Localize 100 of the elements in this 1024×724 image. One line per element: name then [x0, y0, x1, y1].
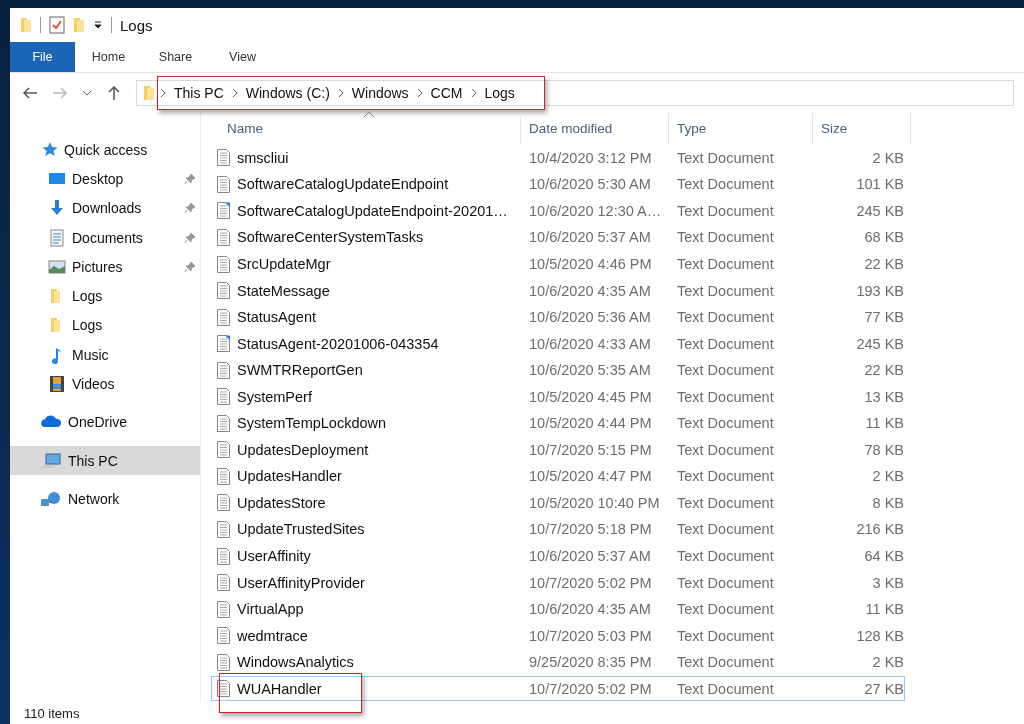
file-row[interactable]: WUAHandler 10/7/2020 5:02 PM Text Document 27 KB [211, 676, 905, 702]
breadcrumb[interactable]: Windows (C:) [242, 85, 333, 101]
file-row[interactable]: StateMessage 10/6/2020 4:35 AM Text Document 193 KB [211, 278, 905, 303]
up-arrow-icon[interactable] [106, 85, 122, 101]
sidebar-item[interactable]: OneDrive [10, 407, 200, 437]
date-cell-text: 10/7/2020 5:02 PM [528, 574, 653, 591]
sidebar-item[interactable]: This PC [10, 445, 200, 476]
file-row[interactable]: SrcUpdateMgr 10/5/2020 4:46 PM Text Document 22 KB [211, 251, 905, 277]
date-cell-text: 10/5/2020 4:44 PM [528, 415, 653, 432]
text-file-icon [216, 282, 231, 300]
folder-icon [20, 17, 32, 33]
size-cell-text: 8 KB [871, 494, 904, 511]
chevron-right-icon [230, 88, 239, 98]
type-cell-text: Text Document [676, 335, 775, 352]
type-cell-text: Text Document [676, 548, 775, 564]
file-name: WindowsAnalytics [237, 654, 354, 671]
size-cell-text: 3 KB [871, 574, 904, 591]
breadcrumb[interactable]: CCM [427, 85, 466, 101]
folder-icon[interactable] [73, 17, 85, 33]
size-cell-text: 11 KB [864, 601, 904, 618]
size-cell-text: 11 KB [864, 415, 904, 432]
file-name: UpdatesHandler [237, 468, 342, 485]
pin-icon[interactable] [184, 260, 196, 273]
size-cell-text: 193 KB [855, 282, 904, 299]
forward-arrow-icon[interactable] [52, 85, 68, 101]
file-row[interactable]: UpdatesStore 10/5/2020 10:40 PM Text Document 8 KB [211, 490, 905, 516]
file-row[interactable]: WindowsAnalytics 9/25/2020 8:35 PM Text Document 2 KB [211, 649, 905, 675]
file-row[interactable]: SystemTempLockdown 10/5/2020 4:44 PM Text Document 11 KB [211, 411, 905, 436]
column-header[interactable]: Date modified [521, 113, 669, 145]
size-cell-text: 68 KB [863, 229, 904, 246]
text-file-icon [216, 414, 231, 432]
breadcrumb[interactable]: This PC [171, 85, 227, 101]
sidebar-item[interactable]: Network [10, 484, 200, 514]
date-cell-text: 10/5/2020 10:40 PM [528, 494, 661, 511]
sidebar-item[interactable]: Downloads [10, 193, 200, 223]
ribbon-tab[interactable]: File [10, 42, 75, 72]
file-row[interactable]: SoftwareCatalogUpdateEndpoint 10/6/2020 5:30 AM Text Document 101 KB [211, 172, 905, 197]
text-file-icon [216, 653, 231, 671]
date-cell-text: 10/6/2020 5:35 AM [528, 362, 652, 379]
sidebar-item[interactable]: Logs [10, 281, 200, 311]
file-row[interactable]: VirtualApp 10/6/2020 4:35 AM Text Document 11 KB [211, 596, 905, 622]
chevron-right-icon [159, 88, 167, 98]
file-row[interactable]: SoftwareCatalogUpdateEndpoint-20201… 10/6/2020 12:30 A… Text Document 245 KB [211, 198, 905, 224]
pin-icon[interactable] [184, 231, 196, 244]
file-name: smscliui [237, 149, 289, 166]
file-row[interactable]: UpdatesDeployment 10/7/2020 5:15 PM Text Document 78 KB [211, 437, 905, 463]
sidebar-item[interactable]: Pictures [10, 252, 200, 282]
type-cell-text: Text Document [676, 680, 775, 697]
file-row[interactable]: SystemPerf 10/5/2020 4:45 PM Text Document 13 KB [211, 384, 905, 409]
date-cell-text: 10/7/2020 5:02 PM [528, 680, 653, 697]
text-file-icon [216, 494, 231, 512]
file-row[interactable]: UserAffinity 10/6/2020 5:37 AM Text Document 64 KB [211, 543, 905, 569]
type-cell-text: Text Document [676, 441, 775, 458]
date-cell-text: 10/6/2020 4:35 AM [528, 601, 652, 618]
date-cell-text: 10/5/2020 4:46 PM [528, 256, 653, 272]
size-cell-text: 22 KB [863, 362, 904, 379]
text-file-icon [216, 600, 231, 618]
file-row[interactable]: UpdateTrustedSites 10/7/2020 5:18 PM Text Document 216 KB [211, 517, 905, 542]
file-row[interactable]: SoftwareCenterSystemTasks 10/6/2020 5:37 AM Text Document 68 KB [211, 225, 905, 250]
sidebar-item[interactable]: Quick access [10, 135, 200, 165]
column-header[interactable]: Size [813, 113, 911, 145]
back-arrow-icon[interactable] [22, 85, 38, 101]
file-row[interactable]: StatusAgent-20201006-043354 10/6/2020 4:33 AM Text Document 245 KB [211, 331, 905, 356]
size-cell-text: 78 KB [863, 441, 904, 458]
dropdown-icon[interactable] [93, 20, 103, 30]
size-cell-text: 245 KB [855, 335, 904, 352]
network-icon [40, 489, 62, 508]
breadcrumb[interactable]: Logs [481, 85, 518, 101]
sidebar-item[interactable]: Videos [10, 369, 200, 399]
file-row[interactable]: SWMTRReportGen 10/6/2020 5:35 AM Text Document 22 KB [211, 357, 905, 383]
type-cell-text: Text Document [676, 309, 775, 326]
file-row[interactable]: UserAffinityProvider 10/7/2020 5:02 PM Text Document 3 KB [211, 570, 905, 595]
file-name: WUAHandler [237, 680, 322, 697]
text-file-icon [216, 149, 231, 167]
column-header[interactable]: Type [669, 113, 813, 145]
sidebar-item[interactable]: Logs [10, 310, 200, 341]
file-row[interactable]: StatusAgent 10/6/2020 5:36 AM Text Document 77 KB [211, 304, 905, 330]
sidebar-item[interactable]: Music [10, 340, 200, 370]
pin-icon[interactable] [184, 202, 196, 215]
sidebar-item[interactable]: Documents [10, 222, 200, 253]
column-header[interactable]: Name [211, 113, 521, 145]
type-cell-text: Text Document [676, 229, 775, 246]
date-cell-text: 10/6/2020 12:30 A… [528, 202, 663, 219]
type-cell-text: Text Document [676, 627, 775, 644]
date-cell-text: 10/5/2020 4:47 PM [528, 468, 653, 485]
checklist-icon[interactable] [49, 16, 65, 34]
file-row[interactable]: wedmtrace 10/7/2020 5:03 PM Text Document 128 KB [211, 623, 905, 648]
pin-icon[interactable] [184, 172, 196, 185]
file-row[interactable]: UpdatesHandler 10/5/2020 4:47 PM Text Document 2 KB [211, 464, 905, 489]
window-title: Logs [120, 16, 153, 34]
breadcrumb[interactable]: Windows [348, 85, 412, 101]
chevron-right-icon [336, 88, 345, 98]
computer-icon [40, 451, 62, 470]
document-icon [48, 228, 66, 247]
date-cell-text: 10/7/2020 5:03 PM [528, 627, 653, 644]
size-cell-text: 27 KB [863, 680, 904, 697]
sidebar-item[interactable]: Desktop [10, 164, 200, 194]
file-name: SWMTRReportGen [237, 362, 363, 379]
file-row[interactable]: smscliui 10/4/2020 3:12 PM Text Document 2 KB [211, 145, 905, 171]
type-cell-text: Text Document [676, 601, 775, 618]
